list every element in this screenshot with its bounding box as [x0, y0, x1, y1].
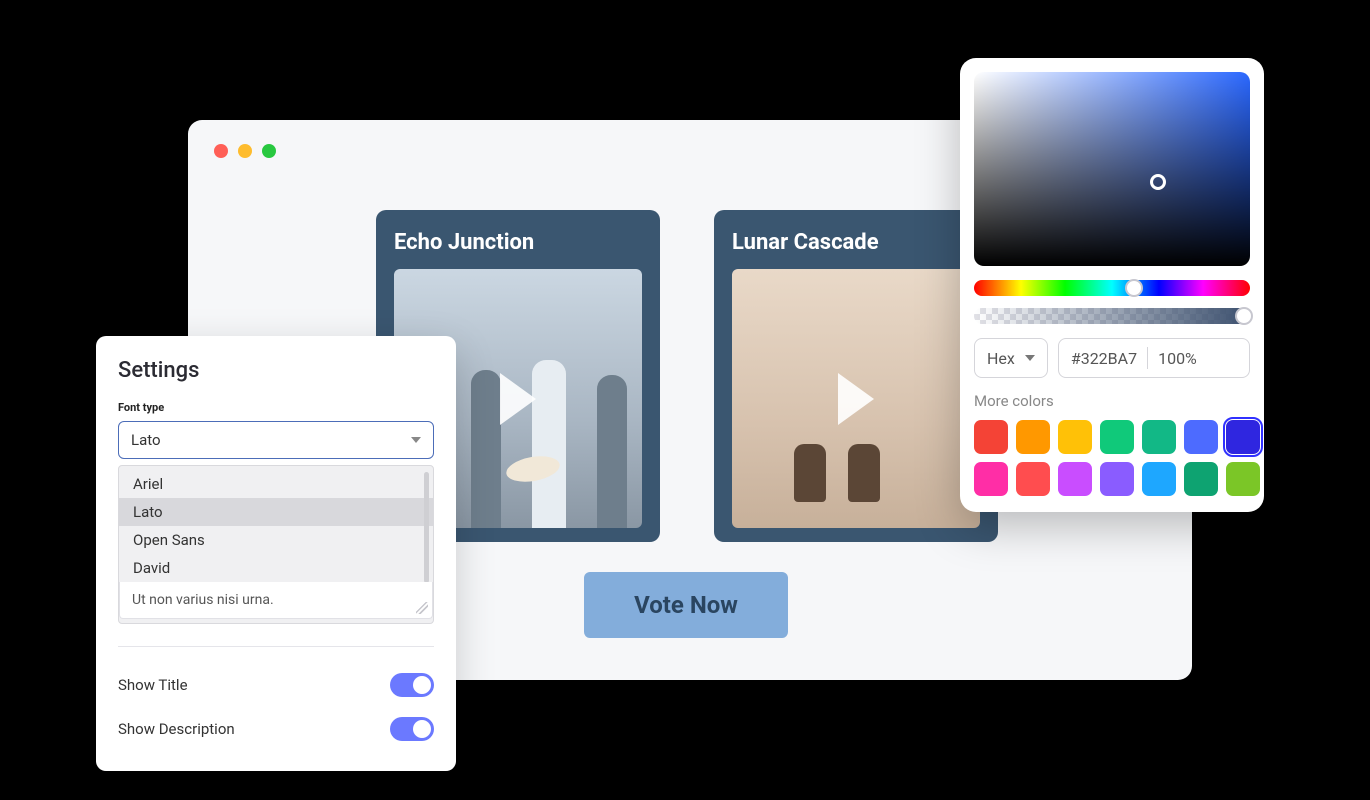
- color-value-row: Hex #322BA7 100%: [974, 338, 1250, 378]
- color-field-handle-icon[interactable]: [1150, 174, 1166, 190]
- window-minimize-icon[interactable]: [238, 144, 252, 158]
- chevron-down-icon: [1025, 355, 1035, 361]
- window-close-icon[interactable]: [214, 144, 228, 158]
- color-swatch[interactable]: [1058, 462, 1092, 496]
- alpha-value: 100%: [1158, 349, 1197, 368]
- color-swatch[interactable]: [1016, 420, 1050, 454]
- show-title-toggle[interactable]: [390, 673, 434, 697]
- hex-value: #322BA7: [1071, 349, 1137, 368]
- color-swatch[interactable]: [1226, 420, 1260, 454]
- font-option[interactable]: Ariel: [119, 470, 433, 498]
- color-value-input[interactable]: #322BA7 100%: [1058, 338, 1250, 378]
- video-card[interactable]: Lunar Cascade: [714, 210, 998, 542]
- color-swatch[interactable]: [1184, 462, 1218, 496]
- color-swatch[interactable]: [1100, 420, 1134, 454]
- video-card-row: Echo Junction Lunar Cascade: [376, 210, 998, 542]
- color-swatch[interactable]: [1016, 462, 1050, 496]
- more-colors-label: More colors: [974, 392, 1250, 410]
- color-swatch-grid: [974, 420, 1250, 496]
- color-format-value: Hex: [987, 349, 1015, 368]
- video-card-title: Echo Junction: [394, 230, 642, 255]
- video-card-title: Lunar Cascade: [732, 230, 980, 255]
- color-swatch[interactable]: [1100, 462, 1134, 496]
- settings-panel: Settings Font type Lato Ariel Lato Open …: [96, 336, 456, 771]
- color-swatch[interactable]: [1142, 462, 1176, 496]
- show-description-label: Show Description: [118, 720, 235, 738]
- show-description-row: Show Description: [118, 707, 434, 751]
- divider: [118, 646, 434, 647]
- hue-slider-handle-icon[interactable]: [1125, 279, 1143, 297]
- show-title-row: Show Title: [118, 663, 434, 707]
- window-zoom-icon[interactable]: [262, 144, 276, 158]
- alpha-slider[interactable]: [974, 308, 1250, 324]
- hue-slider[interactable]: [974, 280, 1250, 296]
- font-type-selected: Lato: [131, 431, 161, 449]
- play-icon[interactable]: [838, 373, 874, 425]
- scrollbar[interactable]: [424, 472, 429, 583]
- saturation-brightness-field[interactable]: [974, 72, 1250, 266]
- color-swatch[interactable]: [1226, 462, 1260, 496]
- font-option[interactable]: Open Sans: [119, 526, 433, 554]
- color-swatch[interactable]: [974, 420, 1008, 454]
- traffic-lights: [214, 144, 276, 158]
- video-thumbnail[interactable]: [732, 269, 980, 528]
- color-swatch[interactable]: [1184, 420, 1218, 454]
- separator: [1147, 347, 1148, 369]
- chevron-down-icon: [411, 437, 421, 443]
- description-textarea[interactable]: Ut non varius nisi urna.: [119, 582, 433, 619]
- color-swatch[interactable]: [1058, 420, 1092, 454]
- alpha-slider-handle-icon[interactable]: [1235, 307, 1253, 325]
- color-picker-panel: Hex #322BA7 100% More colors: [960, 58, 1264, 512]
- vote-now-button[interactable]: Vote Now: [584, 572, 788, 638]
- font-option[interactable]: Lato: [119, 498, 433, 526]
- resize-grip-icon[interactable]: [416, 602, 428, 614]
- font-type-label: Font type: [118, 401, 434, 414]
- color-swatch[interactable]: [974, 462, 1008, 496]
- font-option[interactable]: David: [119, 554, 433, 582]
- show-title-label: Show Title: [118, 676, 188, 694]
- vote-now-label: Vote Now: [634, 591, 738, 619]
- font-type-select[interactable]: Lato: [118, 421, 434, 459]
- settings-title: Settings: [118, 358, 434, 383]
- font-type-dropdown: Ariel Lato Open Sans David Ut non varius…: [118, 465, 434, 624]
- play-icon[interactable]: [500, 373, 536, 425]
- thumbnail-art: [794, 444, 880, 502]
- show-description-toggle[interactable]: [390, 717, 434, 741]
- color-swatch[interactable]: [1142, 420, 1176, 454]
- color-format-select[interactable]: Hex: [974, 338, 1048, 378]
